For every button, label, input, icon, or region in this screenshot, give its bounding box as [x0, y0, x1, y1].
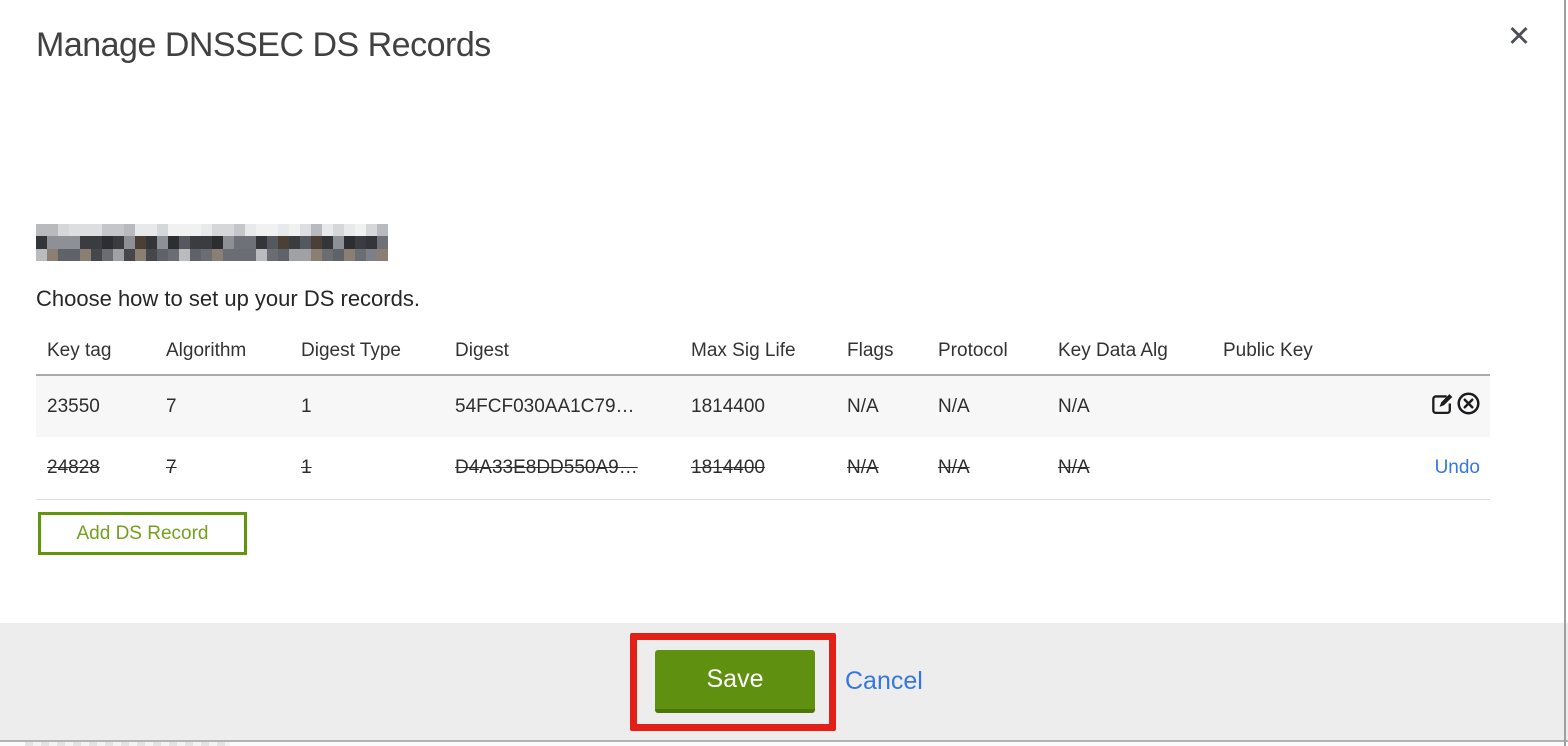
col-algorithm: Algorithm: [155, 330, 290, 376]
col-max-sig-life: Max Sig Life: [680, 330, 836, 376]
ds-records-table: Key tag Algorithm Digest Type Digest Max…: [36, 330, 1490, 500]
algorithm-value: 7: [166, 395, 177, 417]
col-public-key: Public Key: [1212, 330, 1419, 376]
flags-value: N/A: [847, 395, 879, 417]
add-ds-record-button[interactable]: Add DS Record: [38, 512, 247, 555]
protocol-value: N/A: [938, 456, 970, 478]
col-digest-type: Digest Type: [290, 330, 444, 376]
redacted-domain-name: [36, 224, 388, 261]
col-protocol: Protocol: [927, 330, 1047, 376]
table-row-deleted: 24828 7 1 D4A33E8DD550A9… 1814400 N/A N/…: [36, 437, 1490, 500]
page-title: Manage DNSSEC DS Records: [36, 26, 491, 64]
delete-record-icon[interactable]: [1456, 391, 1481, 416]
close-icon[interactable]: ✕: [1502, 20, 1536, 54]
undo-link[interactable]: Undo: [1435, 457, 1480, 478]
instruction-text: Choose how to set up your DS records.: [36, 286, 420, 311]
modal-footer: Save Cancel: [0, 623, 1568, 740]
col-digest: Digest: [444, 330, 680, 376]
key-data-alg-value: N/A: [1058, 395, 1090, 417]
digest-type-value: 1: [301, 395, 312, 417]
algorithm-value: 7: [166, 456, 177, 478]
max-sig-life-value: 1814400: [691, 456, 765, 478]
digest-value: D4A33E8DD550A9…: [455, 456, 638, 478]
protocol-value: N/A: [938, 395, 970, 417]
col-key-tag: Key tag: [36, 330, 155, 376]
edit-record-icon[interactable]: [1430, 391, 1455, 416]
modal-right-edge: [1564, 0, 1566, 746]
digest-value: 54FCF030AA1C79…: [455, 395, 635, 417]
background-pixelation-artifact: [25, 742, 230, 746]
cancel-link[interactable]: Cancel: [845, 667, 923, 695]
table-header-row: Key tag Algorithm Digest Type Digest Max…: [36, 330, 1490, 376]
col-flags: Flags: [836, 330, 927, 376]
key-tag-value: 23550: [47, 395, 100, 417]
max-sig-life-value: 1814400: [691, 395, 765, 417]
key-tag-value: 24828: [47, 456, 100, 478]
col-key-data-alg: Key Data Alg: [1047, 330, 1212, 376]
table-row: 23550 7 1 54FCF030AA1C79… 1814400 N/A N/…: [36, 375, 1490, 437]
flags-value: N/A: [847, 456, 879, 478]
background-strip: [0, 742, 1568, 746]
save-button[interactable]: Save: [655, 650, 815, 713]
key-data-alg-value: N/A: [1058, 456, 1090, 478]
col-actions: [1419, 330, 1490, 376]
dnssec-modal: Manage DNSSEC DS Records ✕ Choose how to…: [0, 0, 1568, 746]
digest-type-value: 1: [301, 456, 312, 478]
